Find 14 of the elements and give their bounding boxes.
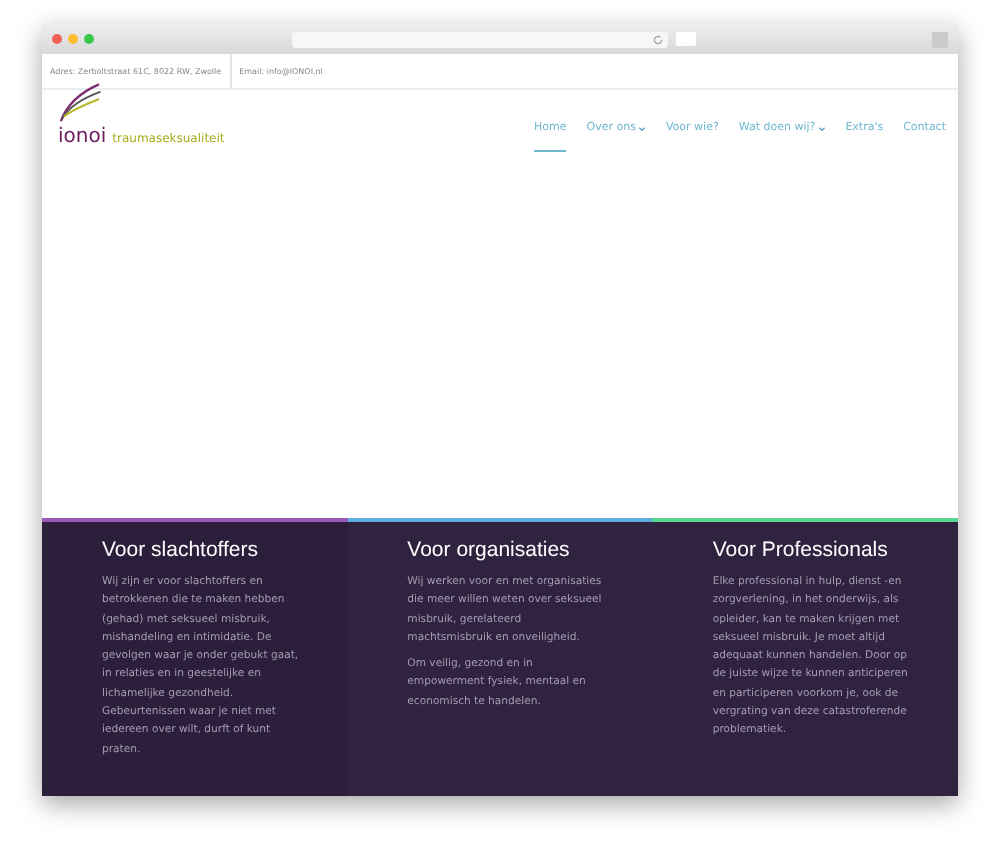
panel-heading: Voor slachtoffers — [102, 538, 261, 562]
extension-icon[interactable] — [676, 32, 696, 46]
minimize-icon[interactable] — [68, 34, 78, 44]
caret-icon — [637, 125, 646, 131]
panel-heading: Voor organisaties — [407, 538, 572, 562]
new-tab-button[interactable] — [932, 31, 948, 47]
reload-icon[interactable] — [652, 33, 664, 45]
close-icon[interactable] — [52, 34, 62, 44]
maximize-icon[interactable] — [84, 34, 94, 44]
logo-name: ionoi — [58, 128, 107, 148]
caret-icon — [817, 125, 826, 131]
feather-logo-icon — [58, 80, 102, 124]
panel-heading: Voor Professionals — [712, 538, 890, 562]
address-bar[interactable] — [292, 31, 668, 47]
